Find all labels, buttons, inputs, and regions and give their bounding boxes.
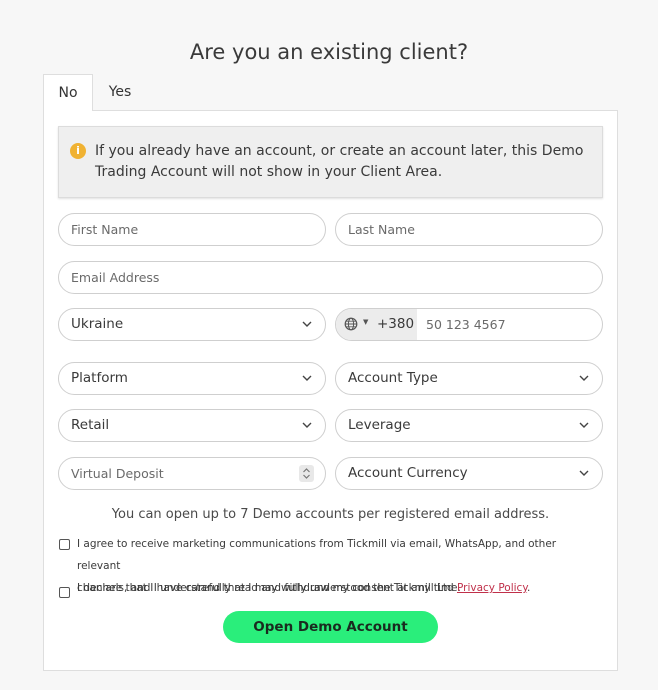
chevron-down-icon <box>302 375 312 381</box>
privacy-consent-label: I declare that I have carefully read and… <box>77 577 602 599</box>
platform-select[interactable]: Platform <box>58 362 326 395</box>
number-stepper[interactable] <box>299 465 314 482</box>
leverage-value: Leverage <box>348 417 411 433</box>
privacy-consent-text: I declare that I have carefully read and… <box>77 582 457 594</box>
first-name-input[interactable] <box>59 214 325 245</box>
email-field <box>58 261 603 294</box>
country-select[interactable]: Ukraine <box>58 308 326 341</box>
virtual-deposit-input[interactable] <box>59 458 325 489</box>
phone-field: ▼ +380 <box>335 308 603 341</box>
privacy-policy-link[interactable]: Privacy Policy <box>457 582 527 594</box>
chevron-down-icon <box>579 470 589 476</box>
privacy-consent-suffix: . <box>527 582 531 594</box>
last-name-field <box>335 213 603 246</box>
account-currency-value: Account Currency <box>348 465 468 481</box>
demo-limit-note: You can open up to 7 Demo accounts per r… <box>111 507 550 522</box>
dial-code: +380 <box>377 316 415 332</box>
info-notice: i If you already have an account, or cre… <box>58 126 603 198</box>
stepper-arrows-icon <box>303 468 310 479</box>
first-name-field <box>58 213 326 246</box>
country-value: Ukraine <box>71 316 124 332</box>
marketing-consent-checkbox[interactable] <box>59 539 70 550</box>
marketing-consent-line1: I agree to receive marketing communicati… <box>77 538 557 572</box>
country-code-selector[interactable]: ▼ +380 <box>336 309 417 340</box>
caret-down-icon: ▼ <box>363 318 369 326</box>
globe-icon <box>344 317 358 331</box>
page-title: Are you an existing client? <box>189 40 469 64</box>
open-demo-account-button[interactable]: Open Demo Account <box>223 611 438 643</box>
leverage-select[interactable]: Leverage <box>335 409 603 442</box>
chevron-down-icon <box>302 321 312 327</box>
tab-no[interactable]: No <box>43 74 93 111</box>
chevron-down-icon <box>579 375 589 381</box>
account-type-select[interactable]: Account Type <box>335 362 603 395</box>
chevron-down-icon <box>579 422 589 428</box>
info-icon: i <box>70 143 86 159</box>
tab-yes[interactable]: Yes <box>93 74 147 111</box>
chevron-down-icon <box>302 422 312 428</box>
phone-input-wrap <box>417 309 602 340</box>
email-input[interactable] <box>59 262 602 293</box>
phone-input[interactable] <box>417 309 602 340</box>
client-type-value: Retail <box>71 417 110 433</box>
platform-value: Platform <box>71 370 128 386</box>
account-type-value: Account Type <box>348 370 438 386</box>
privacy-consent-checkbox[interactable] <box>59 587 70 598</box>
virtual-deposit-field <box>58 457 326 490</box>
last-name-input[interactable] <box>336 214 602 245</box>
account-currency-select[interactable]: Account Currency <box>335 457 603 490</box>
notice-text: If you already have an account, or creat… <box>95 143 584 180</box>
client-type-select[interactable]: Retail <box>58 409 326 442</box>
